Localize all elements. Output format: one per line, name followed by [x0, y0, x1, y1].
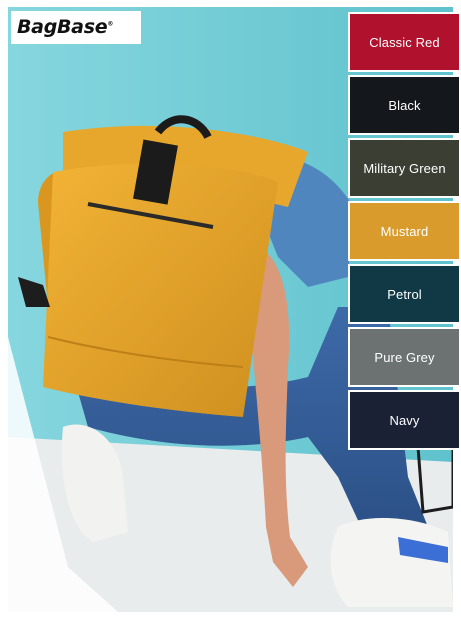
swatch-label: Black — [388, 97, 421, 113]
swatch-navy: Navy — [348, 390, 461, 450]
swatch-label: Mustard — [380, 223, 429, 239]
swatch-mustard: Mustard — [348, 201, 461, 261]
registered-mark: ® — [107, 20, 114, 28]
brand-logo: BagBase® — [11, 11, 141, 44]
swatch-classic-red: Classic Red — [348, 12, 461, 72]
swatch-label: Classic Red — [369, 34, 440, 50]
swatch-label: Navy — [389, 412, 420, 428]
swatch-pure-grey: Pure Grey — [348, 327, 461, 387]
catalog-page: BagBase® Classic Red Black Military Gree… — [0, 0, 461, 620]
swatch-military-green: Military Green — [348, 138, 461, 198]
swatch-label: Pure Grey — [374, 349, 435, 365]
brand-name: BagBase — [17, 16, 108, 38]
brand-logo-text: BagBase® — [17, 16, 113, 38]
swatch-label: Petrol — [387, 286, 422, 302]
colour-swatch-list: Classic Red Black Military Green Mustard… — [348, 12, 461, 452]
swatch-petrol: Petrol — [348, 264, 461, 324]
swatch-label: Military Green — [363, 160, 446, 176]
swatch-black: Black — [348, 75, 461, 135]
